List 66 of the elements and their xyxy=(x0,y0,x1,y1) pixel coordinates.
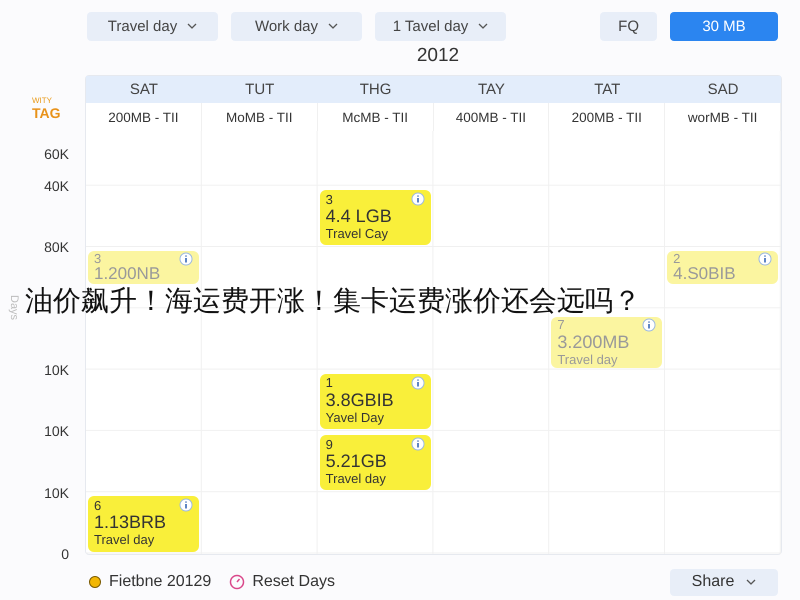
event-number: 2 xyxy=(673,251,680,266)
event-label: Travel day xyxy=(326,471,387,486)
event-value: 1.13BRB xyxy=(94,512,168,532)
day-header: TUT xyxy=(244,80,276,100)
toolbar-button[interactable]: FQ xyxy=(600,12,657,40)
chevron-down-icon xyxy=(478,22,488,30)
table-cell: 400MB - TII xyxy=(434,103,550,131)
table-cell: MoMB - TII xyxy=(202,103,318,131)
event-label: Travel day xyxy=(557,352,619,367)
event-value: 5.21GB xyxy=(326,451,388,472)
tag-label: TAG xyxy=(32,105,61,121)
info-icon xyxy=(410,376,424,390)
axis-label: 10K xyxy=(44,484,69,500)
day-header: TAY xyxy=(476,80,506,100)
table-cell: 200MB - TII xyxy=(549,103,666,131)
filter-dropdown[interactable]: 1 Tavel day xyxy=(375,12,506,40)
axis-label: 60K xyxy=(44,146,69,162)
event-card[interactable]: 9 5.21GB Travel day xyxy=(320,435,430,490)
axis-label: 10K xyxy=(44,423,69,440)
legend-label: Fietbne 20129 xyxy=(109,573,212,592)
headline-text: 油价飙升！海运费开涨！集卡运费涨价还会远吗？ xyxy=(25,287,641,315)
axis-label: 40K xyxy=(44,178,69,194)
legend-label: Reset Days xyxy=(252,573,336,592)
chevron-down-icon xyxy=(746,578,756,586)
event-number: 3 xyxy=(326,192,333,206)
day-header: SAT xyxy=(128,80,159,100)
event-value: 3.8GBIB xyxy=(326,390,395,410)
event-card[interactable]: 1 3.8GBIB Yavel Day xyxy=(320,374,430,430)
year-title: 2012 xyxy=(416,45,460,67)
event-number: 9 xyxy=(326,436,333,452)
event-label: Travel day xyxy=(94,532,156,548)
axis-label: 80K xyxy=(44,239,69,256)
day-header: THG xyxy=(358,80,392,100)
day-header: SAD xyxy=(706,80,740,100)
chevron-down-icon xyxy=(328,22,338,30)
table-cell: 200MB - TII xyxy=(86,103,202,131)
axis-title: Days xyxy=(8,295,20,322)
event-label: Travel Cay xyxy=(326,226,390,241)
table-cell: McMB - TII xyxy=(318,103,434,131)
event-value: 3.200MB xyxy=(557,332,630,352)
filter-dropdown[interactable]: Travel day xyxy=(87,12,218,40)
info-icon xyxy=(758,252,772,266)
event-card[interactable]: 3 4.4 LGB Travel Cay xyxy=(320,190,430,246)
event-number: 7 xyxy=(557,317,565,332)
event-label: Yavel Day xyxy=(326,410,385,425)
info-icon xyxy=(178,252,193,266)
info-icon xyxy=(410,192,424,206)
chevron-down-icon xyxy=(187,22,198,30)
share-button[interactable]: Share xyxy=(670,568,778,596)
event-value: 4.4 LGB xyxy=(326,206,393,226)
event-number: 6 xyxy=(94,498,102,513)
info-icon xyxy=(178,498,193,512)
tag-caption: WITY xyxy=(32,96,52,105)
filter-dropdown[interactable]: Work day xyxy=(231,12,362,40)
event-number: 3 xyxy=(94,251,102,266)
event-card[interactable]: 6 1.13BRB Travel day xyxy=(88,496,199,552)
day-header: TAT xyxy=(593,80,622,100)
axis-label: 10K xyxy=(44,362,69,378)
info-icon xyxy=(410,437,424,452)
toolbar-button[interactable]: 30 MB xyxy=(670,12,778,40)
event-value: 4.S0BIB xyxy=(673,265,737,284)
axis-label: 0 xyxy=(61,546,69,562)
table-cell: worMB - TII xyxy=(665,103,781,131)
event-number: 1 xyxy=(326,375,333,390)
event-value: 1.200NB xyxy=(94,265,162,284)
info-icon xyxy=(642,318,656,332)
